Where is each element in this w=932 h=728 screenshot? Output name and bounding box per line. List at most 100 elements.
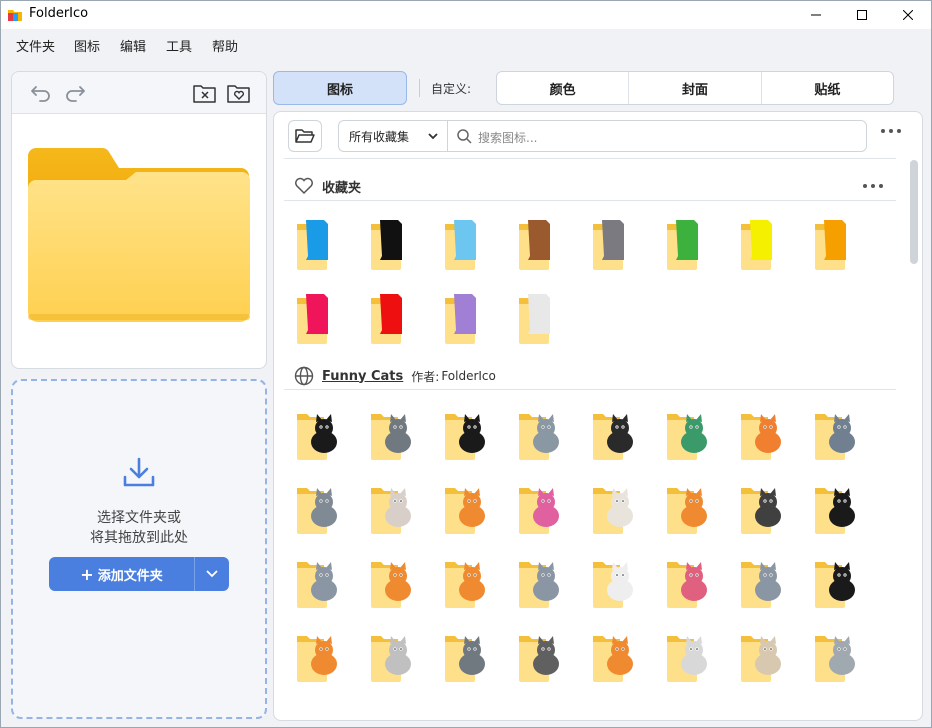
folder-heart-icon xyxy=(227,85,250,103)
favorites-header: 收藏夹 xyxy=(294,174,361,198)
redo-icon xyxy=(66,86,85,102)
close-icon xyxy=(903,10,913,20)
menu-edit[interactable]: 编辑 xyxy=(120,36,146,55)
undo-button[interactable] xyxy=(28,80,54,106)
cat-folder-icon[interactable] xyxy=(516,406,564,462)
color-folder-icon[interactable] xyxy=(516,216,564,272)
open-folder-button[interactable] xyxy=(288,120,322,152)
cat-folder-icon[interactable] xyxy=(590,480,638,536)
cat-folder-icon[interactable] xyxy=(368,406,416,462)
close-button[interactable] xyxy=(885,1,931,29)
cat-folder-icon[interactable] xyxy=(516,628,564,684)
color-folder-icon[interactable] xyxy=(590,216,638,272)
color-folder-icon[interactable] xyxy=(368,290,416,346)
scrollbar[interactable] xyxy=(908,160,920,716)
color-folder-icon[interactable] xyxy=(294,290,342,346)
cat-folder-icon[interactable] xyxy=(812,480,860,536)
collection-select[interactable]: 所有收藏集 xyxy=(338,120,448,152)
folder-remove-icon xyxy=(193,85,216,103)
search-placeholder: 搜索图标... xyxy=(478,131,538,145)
search-row: 所有收藏集 搜索图标... xyxy=(274,112,922,158)
author-prefix: 作者: xyxy=(411,369,440,384)
color-folder-icon[interactable] xyxy=(368,216,416,272)
tab-sticker[interactable]: 贴纸 xyxy=(762,72,893,104)
download-icon xyxy=(123,457,155,487)
tab-color[interactable]: 颜色 xyxy=(497,72,630,104)
color-folder-icon[interactable] xyxy=(294,216,342,272)
cat-folder-icon[interactable] xyxy=(664,406,712,462)
cat-folder-icon[interactable] xyxy=(368,628,416,684)
cat-folder-icon[interactable] xyxy=(590,628,638,684)
add-folder-label: 添加文件夹 xyxy=(97,568,163,584)
minimize-icon xyxy=(811,14,821,16)
preview-panel xyxy=(11,71,267,369)
menu-tools[interactable]: 工具 xyxy=(166,36,192,55)
more-options-icon[interactable] xyxy=(880,128,902,134)
author-name: FolderIco xyxy=(441,369,496,383)
tab-icons[interactable]: 图标 xyxy=(273,71,407,105)
divider xyxy=(284,158,896,159)
cat-folder-icon[interactable] xyxy=(516,554,564,610)
color-folder-icon[interactable] xyxy=(738,216,786,272)
cat-folder-icon[interactable] xyxy=(738,480,786,536)
redo-button[interactable] xyxy=(62,80,88,106)
cat-folder-icon[interactable] xyxy=(294,554,342,610)
window-title: FolderIco xyxy=(29,6,89,21)
folder-preview-icon xyxy=(28,148,250,322)
cat-folder-icon[interactable] xyxy=(442,628,490,684)
cat-folder-icon[interactable] xyxy=(664,480,712,536)
collection-link[interactable]: Funny Cats xyxy=(322,369,403,384)
mode-tabs: 图标 自定义: 颜色 封面 贴纸 xyxy=(273,71,895,105)
scrollbar-thumb[interactable] xyxy=(910,160,918,264)
tab-separator xyxy=(419,79,420,97)
cat-folder-icon[interactable] xyxy=(812,554,860,610)
undo-icon xyxy=(31,86,50,102)
cat-folder-icon[interactable] xyxy=(738,406,786,462)
icon-browser: 所有收藏集 搜索图标... 收藏夹 Funny Cats 作者: FolderI… xyxy=(273,111,923,721)
custom-label: 自定义: xyxy=(431,82,472,96)
color-folder-icon[interactable] xyxy=(442,216,490,272)
color-folder-icon[interactable] xyxy=(664,216,712,272)
color-folder-icon[interactable] xyxy=(516,290,564,346)
cat-folder-icon[interactable] xyxy=(812,628,860,684)
drop-hint-line2: 将其拖放到此处 xyxy=(90,530,188,546)
cat-folder-icon[interactable] xyxy=(294,480,342,536)
cat-folder-icon[interactable] xyxy=(368,554,416,610)
menu-help[interactable]: 帮助 xyxy=(212,36,238,55)
more-options-icon[interactable] xyxy=(862,183,884,189)
add-folder-button[interactable]: + 添加文件夹 xyxy=(49,557,195,591)
color-folder-icon[interactable] xyxy=(442,290,490,346)
cat-folder-icon[interactable] xyxy=(442,480,490,536)
cat-folder-icon[interactable] xyxy=(590,554,638,610)
remove-icon-button[interactable] xyxy=(192,80,218,106)
tab-cover[interactable]: 封面 xyxy=(629,72,762,104)
cat-folder-icon[interactable] xyxy=(294,406,342,462)
cat-folder-icon[interactable] xyxy=(516,480,564,536)
collection-select-value: 所有收藏集 xyxy=(349,129,410,144)
favorite-folder-button[interactable] xyxy=(226,80,252,106)
cat-folder-icon[interactable] xyxy=(664,554,712,610)
color-folder-icon[interactable] xyxy=(812,216,860,272)
menu-folder[interactable]: 文件夹 xyxy=(16,36,55,55)
cat-folder-icon[interactable] xyxy=(738,554,786,610)
cat-folder-icon[interactable] xyxy=(664,628,712,684)
drop-zone[interactable]: 选择文件夹或 将其拖放到此处 + 添加文件夹 xyxy=(11,379,267,719)
cat-folder-icon[interactable] xyxy=(442,554,490,610)
custom-segments: 颜色 封面 贴纸 xyxy=(496,71,894,105)
cat-folder-icon[interactable] xyxy=(368,480,416,536)
folder-open-icon xyxy=(295,129,315,143)
search-input[interactable]: 搜索图标... xyxy=(447,120,867,152)
maximize-button[interactable] xyxy=(839,1,885,29)
cat-folder-icon[interactable] xyxy=(812,406,860,462)
cat-folder-icon[interactable] xyxy=(442,406,490,462)
chevron-down-icon xyxy=(206,570,218,578)
minimize-button[interactable] xyxy=(793,1,839,29)
cat-folder-icon[interactable] xyxy=(738,628,786,684)
cat-folder-icon[interactable] xyxy=(590,406,638,462)
app-window: FolderIco 文件夹 图标 编辑 工具 帮助 选择文件夹或 将其拖放到此处… xyxy=(0,0,932,728)
preview-toolbar xyxy=(12,72,266,114)
add-folder-dropdown[interactable] xyxy=(195,557,229,591)
menu-icons[interactable]: 图标 xyxy=(74,36,100,55)
maximize-icon xyxy=(857,10,867,20)
cat-folder-icon[interactable] xyxy=(294,628,342,684)
